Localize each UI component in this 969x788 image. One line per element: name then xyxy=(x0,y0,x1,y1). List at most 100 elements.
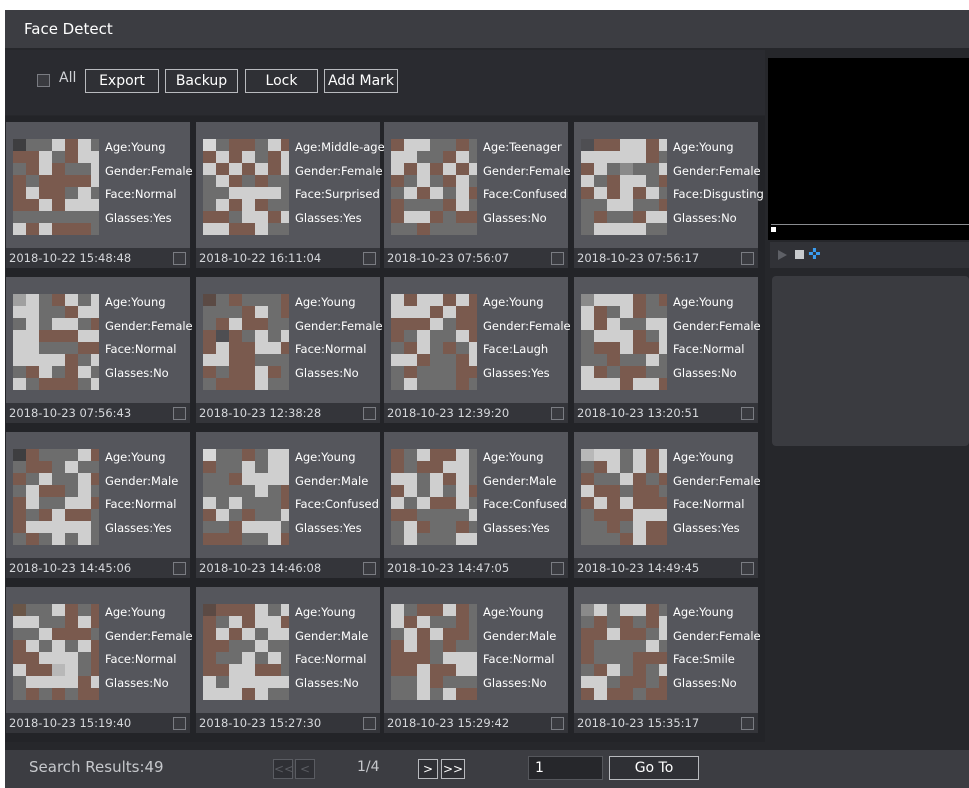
result-card[interactable]: Age:Young Gender:Male Face:Normal Glasses:Y… xyxy=(6,432,190,578)
timestamp: 2018-10-23 15:29:42 xyxy=(387,716,510,730)
attr-age: Age:Young xyxy=(673,450,734,464)
select-all-checkbox[interactable] xyxy=(37,74,50,87)
result-card[interactable]: Age:Young Gender:Male Face:Normal Glasses:N… xyxy=(196,587,380,733)
face-thumbnail[interactable] xyxy=(391,604,477,700)
face-attributes: Age:Middle-aged Gender:Female Face:Surpris… xyxy=(295,136,392,230)
result-card[interactable]: Age:Young Gender:Female Face:Smile Glasses:… xyxy=(574,587,761,733)
export-button[interactable]: Export xyxy=(85,69,159,93)
select-checkbox[interactable] xyxy=(551,407,564,420)
face-thumbnail[interactable] xyxy=(391,139,477,235)
face-thumbnail[interactable] xyxy=(13,139,99,235)
face-attributes: Age:Young Gender:Female Face:Laugh Glasses:… xyxy=(483,291,571,385)
status-bar: Search Results:49 << < 1/4 > >> 1 Go To xyxy=(5,750,969,788)
face-thumbnail[interactable] xyxy=(203,604,289,700)
result-card[interactable]: Age:Young Gender:Female Face:Normal Glasses… xyxy=(6,122,193,268)
page-number-input[interactable]: 1 xyxy=(528,756,603,780)
face-thumbnail[interactable] xyxy=(13,604,99,700)
attr-face: Face:Disgusting xyxy=(673,187,764,201)
result-card[interactable]: Age:Young Gender:Female Face:Disgusting Gla… xyxy=(574,122,764,268)
face-thumbnail[interactable] xyxy=(581,139,667,235)
lock-button[interactable]: Lock xyxy=(245,69,318,93)
next-page-button[interactable]: > xyxy=(418,759,438,779)
attr-gender: Gender:Female xyxy=(295,318,383,333)
progress-track[interactable] xyxy=(771,224,969,225)
face-thumbnail[interactable] xyxy=(391,294,477,390)
result-card[interactable]: Age:Young Gender:Male Face:Normal Glasses:N… xyxy=(384,587,568,733)
attr-face: Face:Normal xyxy=(105,187,177,201)
select-checkbox[interactable] xyxy=(741,407,754,420)
face-attributes: Age:Young Gender:Female Face:Normal Glasses… xyxy=(295,291,383,385)
select-checkbox[interactable] xyxy=(363,562,376,575)
select-checkbox[interactable] xyxy=(173,407,186,420)
result-card[interactable]: Age:Young Gender:Male Face:Confused Glasses… xyxy=(196,432,380,578)
card-footer: 2018-10-23 07:56:07 xyxy=(384,248,568,268)
player-controls: ✜ xyxy=(770,242,969,268)
face-thumbnail[interactable] xyxy=(581,294,667,390)
face-thumbnail[interactable] xyxy=(13,449,99,545)
add-mark-button[interactable]: Add Mark xyxy=(324,69,398,93)
attr-glasses: Glasses:No xyxy=(673,365,737,380)
timestamp: 2018-10-22 16:11:04 xyxy=(199,251,322,265)
backup-button[interactable]: Backup xyxy=(165,69,238,93)
result-card[interactable]: Age:Middle-aged Gender:Female Face:Surpris… xyxy=(196,122,392,268)
attr-glasses: Glasses:No xyxy=(673,210,737,225)
attr-age: Age:Young xyxy=(483,295,544,309)
move-icon[interactable]: ✜ xyxy=(808,246,821,262)
face-attributes: Age:Young Gender:Female Face:Smile Glasses:… xyxy=(673,601,761,695)
attr-glasses: Glasses:Yes xyxy=(673,520,740,535)
toolbar: All Export Backup Lock Add Mark xyxy=(5,50,765,115)
face-attributes: Age:Young Gender:Male Face:Normal Glasses:N… xyxy=(483,601,556,695)
face-thumbnail[interactable] xyxy=(203,449,289,545)
face-thumbnail[interactable] xyxy=(203,139,289,235)
progress-marker[interactable] xyxy=(771,227,776,232)
select-checkbox[interactable] xyxy=(173,252,186,265)
face-thumbnail[interactable] xyxy=(203,294,289,390)
result-card[interactable]: Age:Young Gender:Female Face:Normal Glasses… xyxy=(574,432,761,578)
select-checkbox[interactable] xyxy=(551,717,564,730)
select-checkbox[interactable] xyxy=(741,562,754,575)
attr-gender: Gender:Male xyxy=(105,473,179,488)
card-footer: 2018-10-23 15:29:42 xyxy=(384,713,568,733)
first-page-button[interactable]: << xyxy=(273,759,294,779)
details-panel xyxy=(772,276,969,446)
result-card[interactable]: Age:Young Gender:Female Face:Normal Glasses… xyxy=(6,277,193,423)
prev-page-button[interactable]: < xyxy=(295,759,315,779)
face-thumbnail[interactable] xyxy=(581,449,667,545)
attr-age: Age:Young xyxy=(673,295,734,309)
timestamp: 2018-10-22 15:48:48 xyxy=(9,251,132,265)
attr-face: Face:Surprised xyxy=(295,187,380,201)
face-thumbnail[interactable] xyxy=(391,449,477,545)
attr-age: Age:Young xyxy=(105,140,166,154)
result-card[interactable]: Age:Teenager Gender:Female Face:Confused Gl… xyxy=(384,122,571,268)
attr-age: Age:Young xyxy=(673,605,734,619)
result-card[interactable]: Age:Young Gender:Female Face:Normal Glasses… xyxy=(196,277,383,423)
result-card[interactable]: Age:Young Gender:Female Face:Normal Glasses… xyxy=(6,587,193,733)
select-checkbox[interactable] xyxy=(551,562,564,575)
attr-face: Face:Normal xyxy=(483,652,555,666)
select-checkbox[interactable] xyxy=(173,562,186,575)
timestamp: 2018-10-23 07:56:07 xyxy=(387,251,510,265)
window-title: Face Detect xyxy=(24,20,113,38)
result-card[interactable]: Age:Young Gender:Female Face:Laugh Glasses:… xyxy=(384,277,571,423)
face-thumbnail[interactable] xyxy=(13,294,99,390)
go-to-button[interactable]: Go To xyxy=(609,756,699,780)
select-checkbox[interactable] xyxy=(173,717,186,730)
stop-icon[interactable] xyxy=(795,250,804,259)
select-checkbox[interactable] xyxy=(551,252,564,265)
play-icon[interactable] xyxy=(778,250,787,260)
timestamp: 2018-10-23 13:20:51 xyxy=(577,406,700,420)
attr-face: Face:Normal xyxy=(673,342,745,356)
attr-age: Age:Young xyxy=(105,295,166,309)
result-card[interactable]: Age:Young Gender:Female Face:Normal Glasses… xyxy=(574,277,761,423)
last-page-button[interactable]: >> xyxy=(441,759,465,779)
face-thumbnail[interactable] xyxy=(581,604,667,700)
select-checkbox[interactable] xyxy=(363,717,376,730)
attr-gender: Gender:Male xyxy=(295,473,369,488)
select-checkbox[interactable] xyxy=(363,407,376,420)
select-checkbox[interactable] xyxy=(741,252,754,265)
select-checkbox[interactable] xyxy=(363,252,376,265)
result-card[interactable]: Age:Young Gender:Male Face:Confused Glasses… xyxy=(384,432,568,578)
select-checkbox[interactable] xyxy=(741,717,754,730)
preview-player[interactable] xyxy=(768,58,969,240)
attr-face: Face:Normal xyxy=(105,342,177,356)
